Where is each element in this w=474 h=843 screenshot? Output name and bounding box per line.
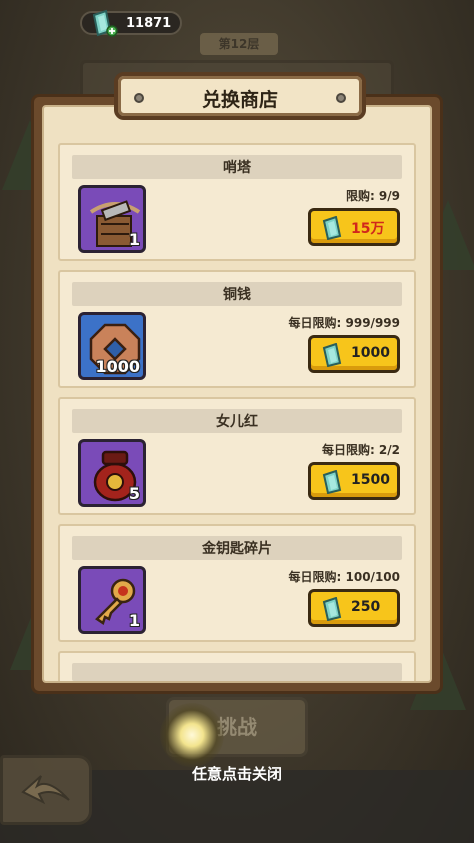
item-name-bar: 女儿红 xyxy=(72,409,402,433)
item-name-bar: 哨塔 xyxy=(72,155,402,179)
shop-item-partial xyxy=(58,651,416,681)
item-count: 5 xyxy=(128,484,140,503)
shop-item-copper-coin: 铜钱 1000 每日限购: 999/999 1000 xyxy=(58,270,416,388)
item-name-bar: 金钥匙碎片 xyxy=(72,536,402,560)
jade-ticket-icon xyxy=(322,597,342,621)
buy-button[interactable]: 1500 xyxy=(308,462,400,500)
exchange-shop-panel: 哨塔 1 限购: 9/9 15万 铜钱 1000 每日限购: 999/999 1… xyxy=(31,94,443,694)
item-name-bar: 铜钱 xyxy=(72,282,402,306)
item-count: 1 xyxy=(128,611,140,630)
item-icon-frame[interactable]: 1000 xyxy=(78,312,146,380)
shop-title-plate: 兑换商店 xyxy=(114,72,366,120)
jade-ticket-icon xyxy=(322,216,342,240)
floor-label: 第12层 xyxy=(200,33,278,55)
shop-item-list[interactable]: 哨塔 1 限购: 9/9 15万 铜钱 1000 每日限购: 999/999 1… xyxy=(58,143,416,681)
tap-glow-icon xyxy=(160,703,224,767)
purchase-limit: 每日限购: 2/2 xyxy=(321,443,400,457)
shop-paper: 哨塔 1 限购: 9/9 15万 铜钱 1000 每日限购: 999/999 1… xyxy=(42,105,432,683)
currency-display[interactable]: 11871 xyxy=(80,9,182,37)
jade-ticket-icon xyxy=(322,343,342,367)
price-label: 250 xyxy=(351,599,381,615)
buy-button[interactable]: 15万 xyxy=(308,208,400,246)
price-label: 1000 xyxy=(351,345,390,361)
price-label: 15万 xyxy=(351,221,385,237)
tap-to-close-hint[interactable]: 任意点击关闭 xyxy=(0,763,474,784)
purchase-limit: 每日限购: 999/999 xyxy=(288,316,400,330)
item-name: 铜钱 xyxy=(223,287,251,303)
item-icon-frame[interactable]: 5 xyxy=(78,439,146,507)
item-name-bar xyxy=(72,663,402,681)
jade-ticket-icon xyxy=(92,9,118,37)
item-count: 1 xyxy=(128,230,140,249)
buy-button[interactable]: 1000 xyxy=(308,335,400,373)
purchase-limit: 每日限购: 100/100 xyxy=(288,570,400,584)
item-name: 女儿红 xyxy=(216,414,258,430)
item-icon-frame[interactable]: 1 xyxy=(78,185,146,253)
purchase-limit: 限购: 9/9 xyxy=(345,189,400,203)
price-label: 1500 xyxy=(351,472,390,488)
jade-ticket-icon xyxy=(322,470,342,494)
item-name: 哨塔 xyxy=(223,160,251,176)
shop-item-wine-jar: 女儿红 5 每日限购: 2/2 1500 xyxy=(58,397,416,515)
buy-button[interactable]: 250 xyxy=(308,589,400,627)
shop-item-golden-key-fragment: 金钥匙碎片 1 每日限购: 100/100 250 xyxy=(58,524,416,642)
shop-item-sentry-tower: 哨塔 1 限购: 9/9 15万 xyxy=(58,143,416,261)
currency-amount: 11871 xyxy=(126,16,172,31)
item-count: 1000 xyxy=(95,357,140,376)
item-icon-frame[interactable]: 1 xyxy=(78,566,146,634)
item-name: 金钥匙碎片 xyxy=(202,541,272,557)
shop-title: 兑换商店 xyxy=(201,89,278,111)
